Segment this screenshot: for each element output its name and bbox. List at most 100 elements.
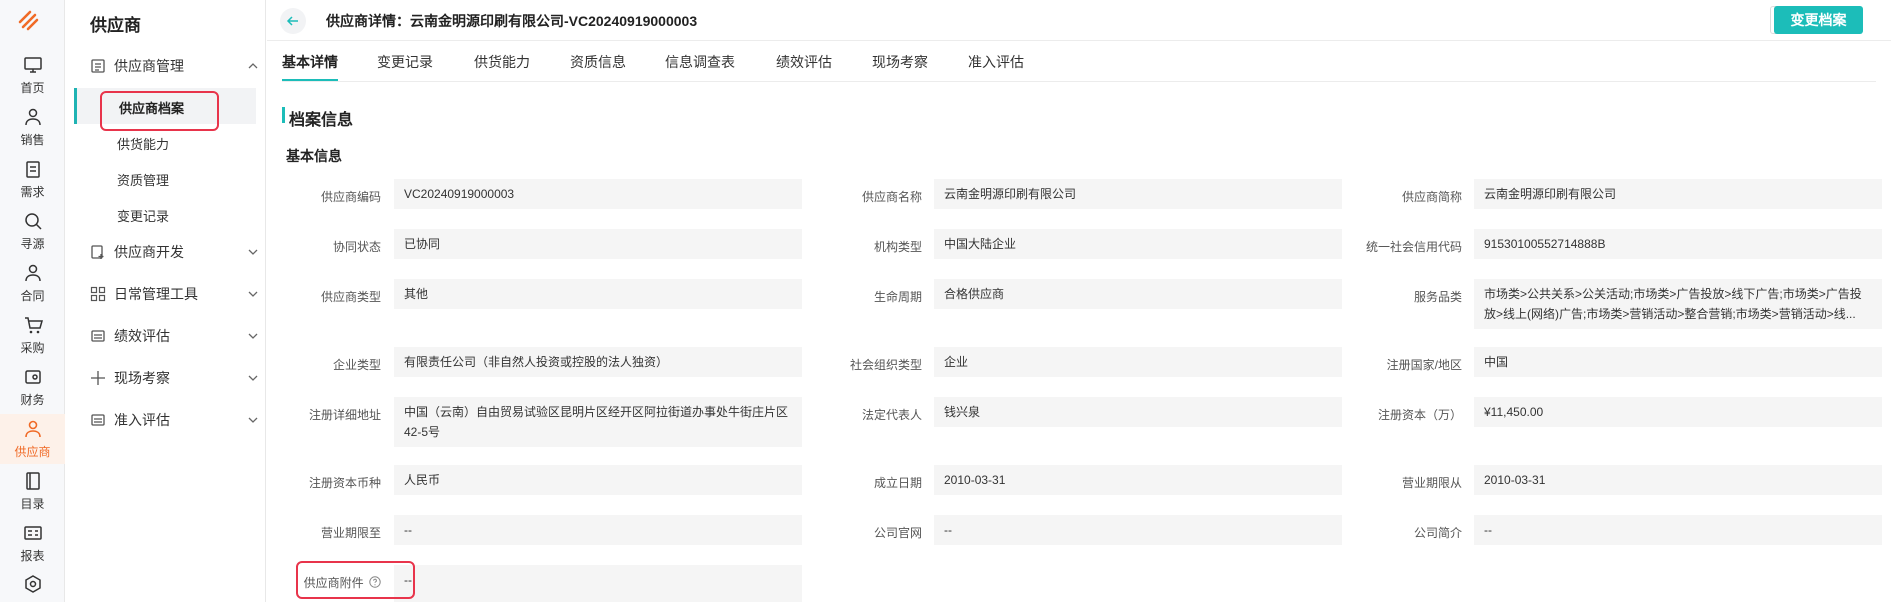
sidebar-group-label: 现场考察 [114,370,170,386]
field-label: 公司官网 [873,526,922,540]
form-icon [91,414,105,426]
tab-change-record[interactable]: 变更记录 [377,52,433,72]
person-icon [24,264,41,281]
field-label: 公司简介 [1413,526,1462,540]
sidebar-group-admission[interactable]: 准入评估 [90,409,258,431]
sidebar-group-supplier-development[interactable]: 供应商开发 [90,241,258,263]
rail-item-catalog[interactable]: 目录 [0,466,65,516]
rail-item-supplier[interactable]: 供应商 [0,414,65,464]
rail-item-contract[interactable]: 合同 [0,258,65,308]
sidebar-group-label: 日常管理工具 [114,286,198,302]
rail-item-label: 目录 [20,496,45,511]
field-label: 注册详细地址 [308,408,381,422]
rail-item-purchase[interactable]: 采购 [0,310,65,360]
section-accent [282,107,285,123]
sub-section-title: 基本信息 [286,148,342,164]
sidebar-group-daily-tools[interactable]: 日常管理工具 [90,283,258,305]
field-value: 合格供应商 [934,279,1342,309]
sidebar-group-label: 绩效评估 [114,328,170,344]
rail-item-finance[interactable]: 财务 [0,362,65,412]
field-value: 市场类>公共关系>公关活动;市场类>广告投放>线下广告;市场类>广告投放>线上(… [1474,279,1882,329]
settings-icon [24,575,41,593]
app-logo-icon [18,10,39,31]
rail-item-label: 供应商 [14,444,51,459]
rail-item-demand[interactable]: 需求 [0,154,65,204]
field-label: 供应商编码 [320,190,381,204]
tab-basic-details[interactable]: 基本详情 [282,52,338,72]
field-label: 协同状态 [332,240,381,254]
section-title: 档案信息 [289,112,354,129]
report-icon [23,525,42,540]
tab-admission[interactable]: 准入评估 [968,52,1024,72]
search-icon [24,212,42,230]
person-icon [24,108,41,125]
chevron-up-icon [248,63,258,69]
page-title: 供应商详情：云南金明源印刷有限公司-VC20240919000003 [326,13,698,29]
sidebar-group-label: 准入评估 [114,412,170,428]
rail-item-label: 财务 [20,392,45,407]
field-value: -- [394,515,802,545]
field-value: -- [394,565,802,602]
field-value: VC20240919000003 [394,179,802,209]
highlight-box [100,91,219,131]
tab-performance[interactable]: 绩效评估 [776,52,832,72]
field-value: 钱兴泉 [934,397,1342,427]
field-label: 营业期限从 [1401,476,1462,490]
rail-item-label: 首页 [20,80,45,95]
field-value: -- [1474,515,1882,545]
sidebar-group-site-inspection[interactable]: 现场考察 [90,367,258,389]
field-value: 云南金明源印刷有限公司 [1474,179,1882,209]
sidebar-group-supplier-management[interactable]: 供应商管理 [90,55,258,77]
rail-item-settings[interactable] [0,570,65,602]
field-label: 注册资本币种 [308,476,381,490]
field-label: 生命周期 [873,290,922,304]
tab-supply-capacity[interactable]: 供货能力 [474,52,530,72]
tab-qualification[interactable]: 资质信息 [570,52,626,72]
field-label: 成立日期 [873,476,922,490]
field-value: 中国（云南）自由贸易试验区昆明片区经开区阿拉街道办事处牛街庄片区42-5号 [394,397,802,447]
change-archive-button[interactable]: 变更档案 [1774,6,1863,34]
sidebar-item-qualification[interactable]: 资质管理 [117,170,169,189]
plus-icon [91,371,105,385]
field-value: 其他 [394,279,802,309]
rail-item-sourcing[interactable]: 寻源 [0,206,65,256]
tab-info-survey[interactable]: 信息调查表 [665,52,735,72]
field-value: 人民币 [394,465,802,495]
field-label: 注册资本（万） [1377,408,1462,422]
monitor-icon [23,56,42,73]
sidebar-group-performance[interactable]: 绩效评估 [90,325,258,347]
sidebar-item-change-record[interactable]: 变更记录 [117,206,169,225]
rail-item-home[interactable]: 首页 [0,50,65,100]
add-doc-icon [91,245,104,259]
sidebar-group-label: 供应商管理 [114,58,184,74]
list-icon [91,59,105,73]
field-label: 服务品类 [1413,290,1462,304]
tab-divider [282,81,1876,82]
tab-bar: 基本详情 变更记录 供货能力 资质信息 信息调查表 绩效评估 现场考察 准入评估 [267,42,1891,82]
chevron-down-icon [248,249,258,255]
rail-item-label: 需求 [20,184,45,199]
supplier-icon [24,420,41,437]
rail-item-label: 采购 [20,340,45,355]
field-label: 注册国家/地区 [1386,358,1462,372]
field-value: 91530100552714888B [1474,229,1882,259]
field-label: 供应商名称 [861,190,922,204]
rail-item-label: 销售 [20,132,45,147]
rail-item-label: 报表 [20,548,45,563]
rail-item-label: 合同 [20,288,45,303]
field-value: 已协同 [394,229,802,259]
catalog-icon [25,471,40,490]
rail-item-report[interactable]: 报表 [0,518,65,568]
sidebar-group-label: 供应商开发 [114,244,184,260]
chevron-down-icon [248,333,258,339]
field-label: 供应商类型 [320,290,381,304]
field-label: 社会组织类型 [849,358,922,372]
sidebar-item-supply-capacity[interactable]: 供货能力 [117,134,169,153]
field-value: 云南金明源印刷有限公司 [934,179,1342,209]
chevron-down-icon [248,375,258,381]
rail-item-label: 寻源 [20,236,45,251]
field-value: -- [934,515,1342,545]
back-button[interactable] [280,8,306,34]
rail-item-sales[interactable]: 销售 [0,102,65,152]
tab-site-inspection[interactable]: 现场考察 [872,52,928,72]
